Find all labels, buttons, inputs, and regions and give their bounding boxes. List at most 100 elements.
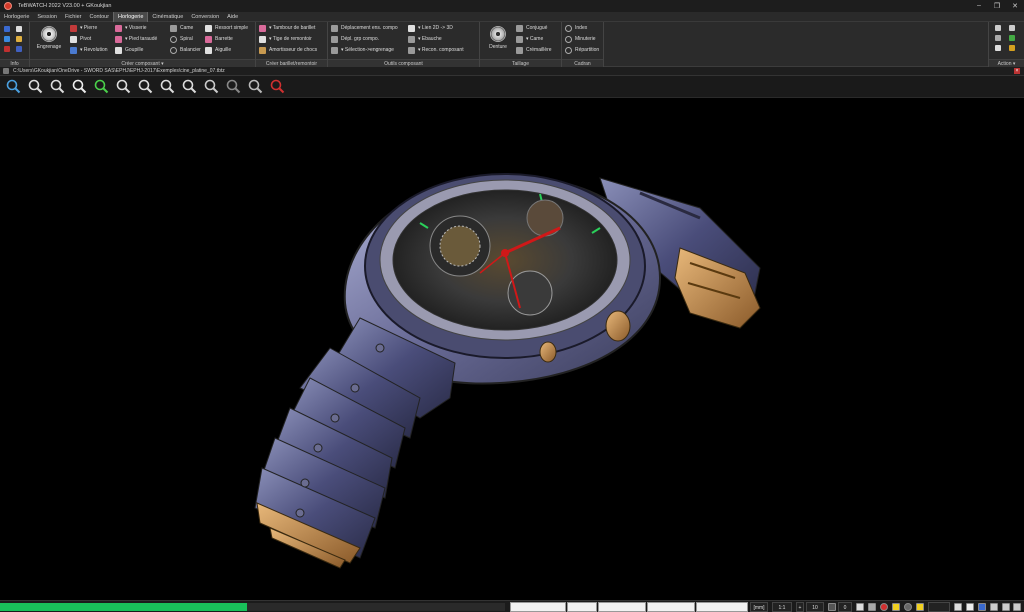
document-path-bar: C:\Users\GKoukjian\OneDrive - SWORD SAS\… bbox=[0, 67, 1024, 76]
close-button[interactable]: ✕ bbox=[1006, 2, 1024, 10]
visserie-button[interactable]: ▾ Visserie bbox=[115, 24, 147, 33]
aiguille-button[interactable]: Aiguille bbox=[205, 46, 231, 55]
document-path: C:\Users\GKoukjian\OneDrive - SWORD SAS\… bbox=[13, 68, 225, 74]
conjugue-button[interactable]: Conjugué bbox=[516, 24, 547, 33]
tab-conversion[interactable]: Conversion bbox=[187, 12, 223, 22]
render-icon[interactable] bbox=[270, 79, 285, 94]
shaded-cube-icon[interactable] bbox=[226, 79, 241, 94]
zoom-icon[interactable] bbox=[6, 79, 21, 94]
zoom-fit-icon[interactable] bbox=[94, 79, 109, 94]
color-icon[interactable] bbox=[868, 603, 876, 611]
ortho-icon[interactable] bbox=[1013, 603, 1021, 611]
arrow-right-icon[interactable] bbox=[995, 35, 1001, 41]
document-icon[interactable] bbox=[16, 26, 22, 32]
pied-taraude-button[interactable]: ▾ Pied taraudé bbox=[115, 35, 157, 44]
help-icon[interactable] bbox=[4, 36, 10, 42]
sphere-icon[interactable] bbox=[904, 603, 912, 611]
wireframe-cube-icon[interactable] bbox=[204, 79, 219, 94]
goupille-button[interactable]: Goupille bbox=[115, 46, 143, 55]
cross-icon[interactable] bbox=[966, 603, 974, 611]
ebauche-button[interactable]: ▾ Ebauche bbox=[408, 35, 442, 44]
zoom-in-icon[interactable] bbox=[116, 79, 131, 94]
ribbon-group-label[interactable]: Action ▾ bbox=[989, 59, 1024, 67]
balancier-label: Balancier bbox=[180, 47, 201, 53]
zoom-window-icon[interactable] bbox=[28, 79, 43, 94]
engrenage-button[interactable]: Engrenage bbox=[34, 26, 64, 50]
revolution-button[interactable]: ▾ Revolution bbox=[70, 46, 108, 55]
denture-button[interactable]: Denture bbox=[484, 26, 512, 50]
balancier-button[interactable]: Balancier bbox=[170, 46, 201, 55]
spiral-button[interactable]: Spiral bbox=[170, 35, 193, 44]
recon-composant-button[interactable]: ▾ Recon. composant bbox=[408, 46, 464, 55]
lien-2d-3d-button[interactable]: ▾ Lien 2D -> 3D bbox=[408, 24, 453, 33]
scale-display[interactable]: 1:1 bbox=[772, 602, 792, 612]
maximize-button[interactable]: ❐ bbox=[988, 2, 1006, 10]
3d-viewport[interactable] bbox=[0, 98, 1024, 600]
hand-pan-icon[interactable] bbox=[72, 79, 87, 94]
wrench-icon[interactable] bbox=[1009, 45, 1015, 51]
check-box-icon[interactable] bbox=[954, 603, 962, 611]
gear-icon bbox=[41, 26, 57, 42]
plus-button[interactable]: + bbox=[796, 602, 804, 612]
yellow-color-icon[interactable] bbox=[892, 603, 900, 611]
pivot-label: Pivot bbox=[80, 36, 92, 42]
red-color-icon[interactable] bbox=[880, 603, 888, 611]
ribbon-group-label: Taillage bbox=[480, 59, 561, 67]
tambour-barillet-button[interactable]: ▾ Tambour de barillet bbox=[259, 24, 315, 33]
tab-session[interactable]: Session bbox=[33, 12, 61, 22]
unit-display[interactable]: [mm] bbox=[750, 602, 768, 612]
minuterie-button[interactable]: Minuterie bbox=[565, 35, 596, 44]
selection-engrenage-button[interactable]: ▾ Sélection->engrenage bbox=[331, 46, 394, 55]
warning-icon[interactable] bbox=[4, 46, 10, 52]
layers-icon[interactable] bbox=[856, 603, 864, 611]
tige-remontoir-button[interactable]: ▾ Tige de remontoir bbox=[259, 35, 312, 44]
cremaillere-button[interactable]: Crémaillère bbox=[516, 46, 552, 55]
globe-icon[interactable] bbox=[978, 603, 986, 611]
zoom-pan-icon[interactable] bbox=[50, 79, 65, 94]
tab-contour[interactable]: Contour bbox=[85, 12, 113, 22]
depl-grp-button[interactable]: Dépl. grp compo. bbox=[331, 35, 379, 44]
tab-horlogerie-app[interactable]: Horlogerie bbox=[0, 12, 33, 22]
zoom-out-icon[interactable] bbox=[138, 79, 153, 94]
magnify-icon[interactable] bbox=[1009, 25, 1015, 31]
close-document-button[interactable]: × bbox=[1014, 68, 1020, 74]
refresh-icon[interactable] bbox=[1009, 35, 1015, 41]
info-icon[interactable] bbox=[4, 26, 10, 32]
index-button[interactable]: Index bbox=[565, 24, 587, 33]
status-bar: [mm] 1:1 + 10 0 bbox=[0, 600, 1024, 612]
ressort-simple-button[interactable]: Ressort simple bbox=[205, 24, 248, 33]
line-style-selector[interactable] bbox=[928, 602, 950, 612]
folder-icon[interactable] bbox=[16, 36, 22, 42]
spiral-icon bbox=[170, 36, 177, 43]
barrel-icon bbox=[259, 25, 266, 32]
tab-cinematique[interactable]: Cinématique bbox=[148, 12, 187, 22]
barrette-button[interactable]: Barrette bbox=[205, 35, 233, 44]
delete-icon[interactable] bbox=[995, 45, 1001, 51]
came-button[interactable]: Came bbox=[170, 24, 193, 33]
zoom-previous-icon[interactable] bbox=[160, 79, 175, 94]
snap-icon[interactable] bbox=[990, 603, 998, 611]
grid-icon[interactable] bbox=[828, 603, 836, 611]
highlight-icon[interactable] bbox=[916, 603, 924, 611]
minimize-button[interactable]: – bbox=[970, 2, 988, 10]
tab-fichier[interactable]: Fichier bbox=[61, 12, 86, 22]
ribbon-group-label[interactable]: Créer composant ▾ bbox=[30, 59, 255, 67]
check-icon[interactable] bbox=[995, 25, 1001, 31]
save-icon[interactable] bbox=[16, 46, 22, 52]
threaded-foot-icon bbox=[115, 36, 122, 43]
tab-aide[interactable]: Aide bbox=[223, 12, 242, 22]
zero-value[interactable]: 0 bbox=[838, 602, 852, 612]
grid-snap-icon[interactable] bbox=[1002, 603, 1010, 611]
step-value[interactable]: 10 bbox=[806, 602, 824, 612]
box-cube-icon[interactable] bbox=[248, 79, 263, 94]
pierre-button[interactable]: ▾ Pierre bbox=[70, 24, 97, 33]
taillage-came-button[interactable]: ▾ Came bbox=[516, 35, 543, 44]
cam-cut-icon bbox=[516, 36, 523, 43]
zoom-all-icon[interactable] bbox=[182, 79, 197, 94]
amortisseur-chocs-button[interactable]: Amortisseur de chocs bbox=[259, 46, 317, 55]
ribbon-group-outils: Déplacement ens. compo Dépl. grp compo. … bbox=[328, 22, 480, 67]
repartition-button[interactable]: Répartition bbox=[565, 46, 599, 55]
tab-horlogerie[interactable]: Horlogerie bbox=[113, 11, 149, 22]
deplacement-button[interactable]: Déplacement ens. compo bbox=[331, 24, 398, 33]
pivot-button[interactable]: Pivot bbox=[70, 35, 91, 44]
